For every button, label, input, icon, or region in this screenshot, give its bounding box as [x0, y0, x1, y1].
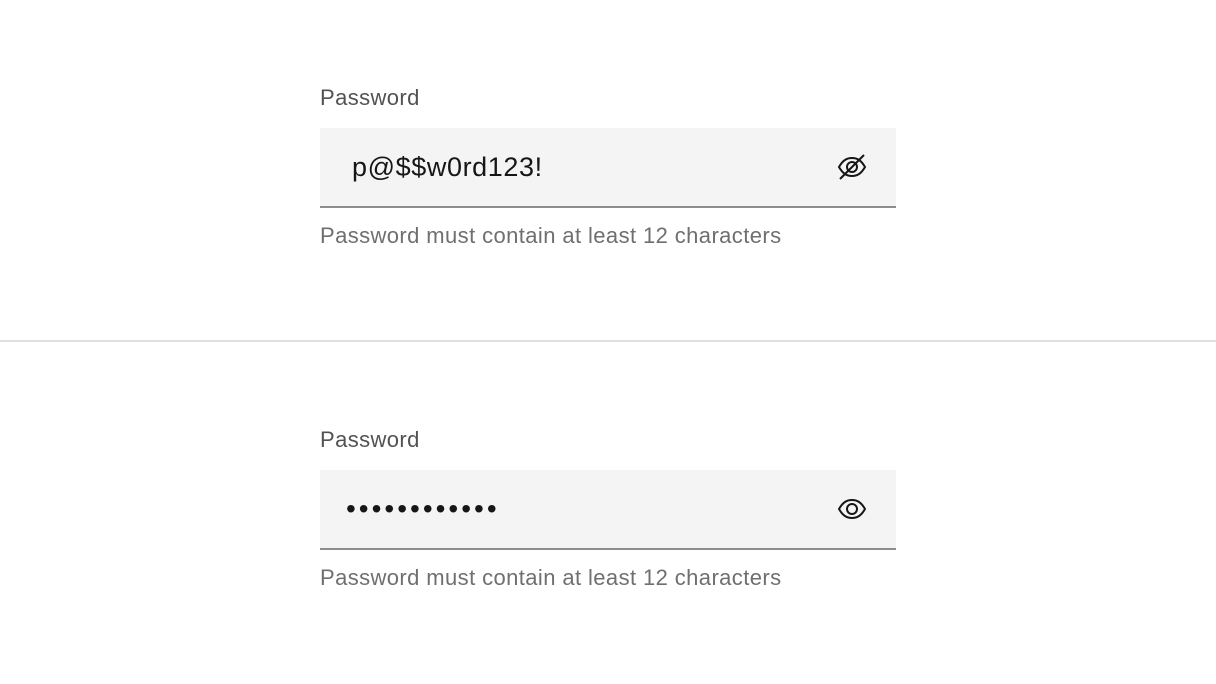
- password-field-masked: Password Password must contain at least …: [320, 426, 896, 592]
- password-label: Password: [320, 85, 420, 110]
- password-field-visible-panel: Password Password must contain at least …: [0, 0, 1216, 341]
- password-helper-text: Password must contain at least 12 charac…: [320, 565, 782, 590]
- show-password-button[interactable]: [832, 489, 872, 529]
- eye-off-icon: [837, 154, 867, 180]
- password-input-wrapper: [320, 128, 896, 208]
- password-label: Password: [320, 427, 420, 452]
- eye-icon: [837, 498, 867, 520]
- hide-password-button[interactable]: [832, 147, 872, 187]
- password-input[interactable]: [320, 470, 826, 548]
- password-helper-text: Password must contain at least 12 charac…: [320, 223, 782, 248]
- password-field-masked-panel: Password Password must contain at least …: [0, 342, 1216, 683]
- password-input[interactable]: [320, 128, 832, 206]
- password-field-visible: Password Password must contain at least …: [320, 84, 896, 250]
- password-input-wrapper: [320, 470, 896, 550]
